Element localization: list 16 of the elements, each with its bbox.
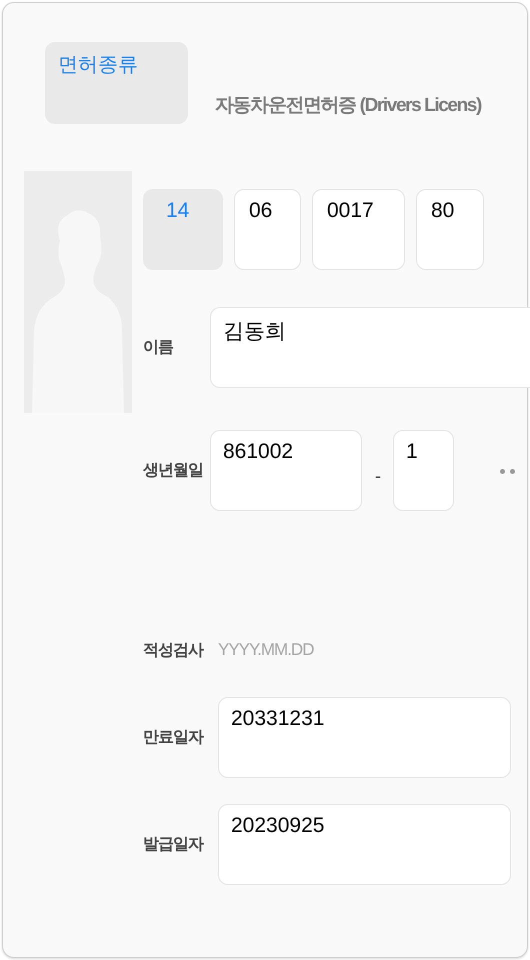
date-input-field[interactable]: YYYY.MM.DD [218,640,328,660]
input-field[interactable]: 김동희 [210,307,530,388]
input-field[interactable]: 861002 [210,430,362,511]
field-label: 생년월일 [143,461,204,481]
separator-text: - [375,466,381,487]
field-label: 적성검사 [143,640,204,660]
field-label: 발급일자 [143,835,204,855]
input-field[interactable]: 0017 [312,189,405,270]
input-field[interactable]: 80 [416,189,484,270]
field-label: 이름 [143,338,174,358]
input-field[interactable]: 06 [234,189,301,270]
input-field[interactable]: 20230925 [218,804,511,885]
card-title: 자동차운전면허증 (Drivers Licens) [215,94,481,118]
input-field[interactable]: 1 [393,430,454,511]
field-label: 만료일자 [143,728,204,748]
input-field[interactable]: 20331231 [218,697,511,778]
